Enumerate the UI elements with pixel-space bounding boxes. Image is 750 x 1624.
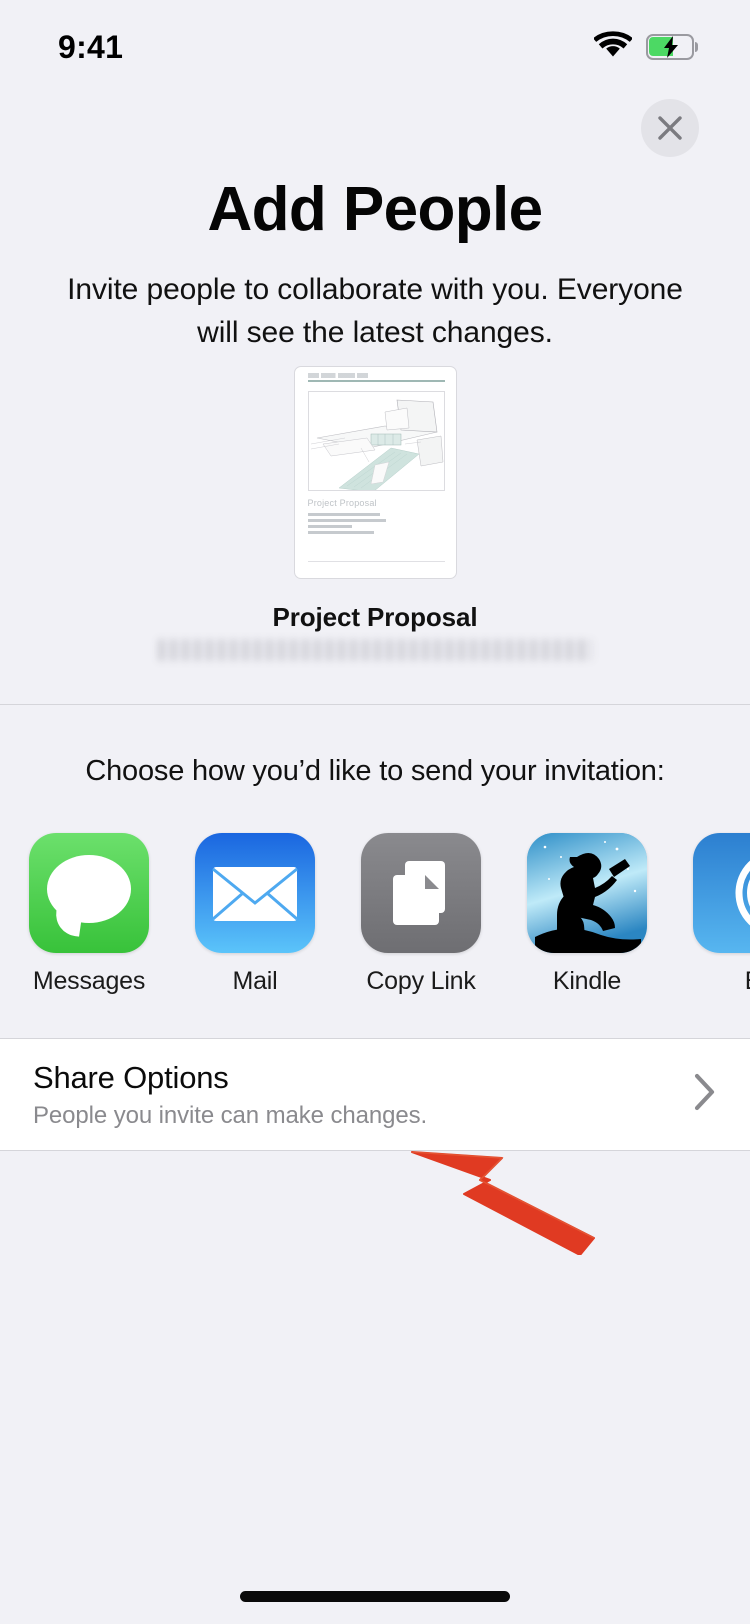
close-icon (658, 116, 682, 140)
share-options-text: Share Options People you invite can make… (33, 1059, 694, 1130)
document-subtitle-redacted (158, 639, 592, 661)
status-bar-indicators (593, 30, 698, 64)
messages-icon (29, 833, 149, 953)
thumbnail-header-text (307, 373, 368, 378)
evernote-icon (693, 833, 750, 953)
status-bar-time: 9:41 (58, 28, 124, 65)
iphone-screen: 9:41 Add People Invite people to collabo… (0, 0, 750, 1624)
share-app-label: Messages (32, 967, 146, 995)
document-preview: Project Proposal Project Proposal (0, 366, 750, 661)
document-thumbnail[interactable]: Project Proposal (293, 366, 457, 579)
share-app-label: Mail (232, 967, 278, 995)
thumbnail-footer-rule (307, 561, 445, 562)
share-options-subtitle: People you invite can make changes. (33, 1102, 428, 1129)
share-app-messages[interactable]: Messages (29, 833, 149, 996)
home-indicator (240, 1591, 510, 1602)
thumbnail-header-rule (307, 380, 445, 382)
close-button[interactable] (641, 99, 699, 157)
wifi-icon (593, 30, 633, 64)
battery-charging-icon (646, 34, 698, 60)
kindle-icon (527, 833, 647, 953)
document-name: Project Proposal (272, 602, 478, 632)
status-bar: 9:41 (0, 0, 750, 88)
thumbnail-architecture-drawing (307, 391, 445, 491)
share-options-title: Share Options (33, 1060, 229, 1095)
share-options-row[interactable]: Share Options People you invite can make… (0, 1039, 750, 1150)
divider-share-options-bottom (0, 1150, 750, 1151)
share-app-evernote[interactable]: E (693, 833, 750, 996)
share-app-label: E (745, 967, 750, 996)
share-app-label: Kindle (552, 967, 622, 995)
divider-top (0, 704, 750, 705)
share-app-mail[interactable]: Mail (195, 833, 315, 996)
chevron-right-icon[interactable] (694, 1073, 716, 1116)
share-prompt: Choose how you’d like to send your invit… (85, 755, 665, 787)
share-app-label: Copy Link (366, 967, 476, 995)
share-app-row[interactable]: Messages Mail Copy Link Kindle (29, 833, 750, 996)
page-subtitle: Invite people to collaborate with you. E… (67, 273, 683, 349)
thumbnail-metadata-lines (307, 513, 386, 537)
mail-icon (195, 833, 315, 953)
share-app-kindle[interactable]: Kindle (527, 833, 647, 996)
thumbnail-document-title: Project Proposal (307, 498, 377, 508)
share-app-copy-link[interactable]: Copy Link (361, 833, 481, 996)
copy-link-icon (361, 833, 481, 953)
page-title: Add People (207, 175, 543, 244)
